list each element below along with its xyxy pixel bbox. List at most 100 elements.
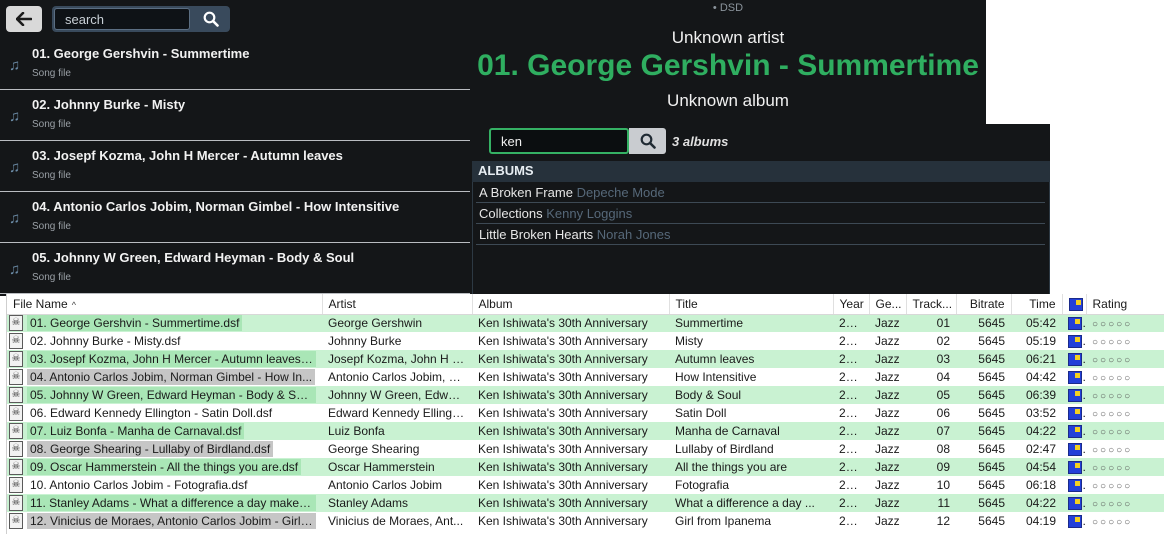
table-row[interactable]: ☠ 09. Oscar Hammerstein - All the things …: [7, 458, 1164, 476]
skull-file-icon: ☠: [9, 441, 23, 457]
cell-art: [1062, 440, 1086, 458]
cell-year: 2009: [833, 476, 869, 494]
search-input[interactable]: [54, 8, 190, 30]
cell-art: [1062, 332, 1086, 350]
table-row[interactable]: ☠ 03. Josepf Kozma, John H Mercer - Autum…: [7, 350, 1164, 368]
album-art-icon: [1068, 479, 1082, 493]
column-header-bitrate[interactable]: Bitrate: [956, 294, 1012, 315]
cell-rating[interactable]: ○○○○○: [1086, 404, 1164, 422]
cell-art: [1062, 494, 1086, 512]
cell-album: Ken Ishiwata's 30th Anniversary: [472, 314, 669, 332]
magnifier-icon: [640, 133, 656, 149]
rating-dots[interactable]: ○○○○○: [1092, 409, 1132, 420]
song-list-item[interactable]: ♫ 02. Johnny Burke - Misty Song file: [0, 90, 470, 141]
cell-file-name: ☠ 07. Luiz Bonfa - Manha de Carnaval.dsf: [7, 422, 322, 440]
file-name-text: 10. Antonio Carlos Jobim - Fotografia.ds…: [30, 478, 248, 492]
cell-genre: Jazz: [869, 440, 906, 458]
song-title: 03. Josepf Kozma, John H Mercer - Autumn…: [32, 148, 343, 163]
album-result-item[interactable]: Little Broken Hearts Norah Jones: [476, 224, 1045, 245]
song-title: 05. Johnny W Green, Edward Heyman - Body…: [32, 250, 355, 265]
rating-dots[interactable]: ○○○○○: [1092, 481, 1132, 492]
cell-rating[interactable]: ○○○○○: [1086, 440, 1164, 458]
column-header-art[interactable]: [1062, 294, 1087, 315]
column-header-file-name[interactable]: File Name ^: [7, 294, 323, 315]
cell-bitrate: 5645: [956, 458, 1011, 476]
cell-rating[interactable]: ○○○○○: [1086, 314, 1164, 332]
song-list-item[interactable]: ♫ 03. Josepf Kozma, John H Mercer - Autum…: [0, 141, 470, 192]
album-result-item[interactable]: Collections Kenny Loggins: [476, 203, 1045, 224]
cell-bitrate: 5645: [956, 440, 1011, 458]
column-header-album[interactable]: Album: [472, 294, 670, 315]
rating-dots[interactable]: ○○○○○: [1092, 517, 1132, 528]
now-playing-panel: • DSD Unknown artist 01. George Gershvin…: [470, 0, 986, 124]
song-list-item[interactable]: ♫ 01. George Gershvin - Summertime Song fi…: [0, 39, 470, 90]
cell-album: Ken Ishiwata's 30th Anniversary: [472, 368, 669, 386]
album-search-button[interactable]: [629, 128, 666, 154]
search-button[interactable]: [192, 8, 230, 30]
column-header-artist[interactable]: Artist: [322, 294, 473, 315]
song-title: 02. Johnny Burke - Misty: [32, 97, 186, 112]
album-search-input[interactable]: [489, 128, 629, 154]
file-name-text: 11. Stanley Adams - What a difference a …: [27, 495, 316, 511]
cell-rating[interactable]: ○○○○○: [1086, 422, 1164, 440]
song-list-item[interactable]: ♫ 05. Johnny W Green, Edward Heyman - Bod…: [0, 243, 470, 294]
table-row[interactable]: ☠ 08. George Shearing - Lullaby of Birdla…: [7, 440, 1164, 458]
cell-track: 02: [906, 332, 956, 350]
rating-dots[interactable]: ○○○○○: [1092, 373, 1132, 384]
cell-bitrate: 5645: [956, 512, 1011, 530]
table-row[interactable]: ☠ 10. Antonio Carlos Jobim - Fotografia.d…: [7, 476, 1164, 494]
column-header-year[interactable]: Year: [833, 294, 870, 315]
cell-file-name: ☠ 11. Stanley Adams - What a difference a…: [7, 494, 322, 512]
cell-file-name: ☠ 08. George Shearing - Lullaby of Birdla…: [7, 440, 322, 458]
cell-rating[interactable]: ○○○○○: [1086, 350, 1164, 368]
cell-title: Satin Doll: [669, 404, 833, 422]
table-row[interactable]: ☠ 12. Vinicius de Moraes, Antonio Carlos …: [7, 512, 1164, 530]
rating-dots[interactable]: ○○○○○: [1092, 427, 1132, 438]
cell-rating[interactable]: ○○○○○: [1086, 458, 1164, 476]
table-row[interactable]: ☠ 07. Luiz Bonfa - Manha de Carnaval.dsf L…: [7, 422, 1164, 440]
cell-year: 2009: [833, 332, 869, 350]
cell-rating[interactable]: ○○○○○: [1086, 512, 1164, 530]
table-row[interactable]: ☠ 02. Johnny Burke - Misty.dsf Johnny Burk…: [7, 332, 1164, 350]
song-subtitle: Song file: [32, 170, 71, 181]
table-row[interactable]: ☠ 11. Stanley Adams - What a difference a…: [7, 494, 1164, 512]
rating-dots[interactable]: ○○○○○: [1092, 391, 1132, 402]
file-name-text: 08. George Shearing - Lullaby of Birdlan…: [27, 441, 274, 457]
rating-dots[interactable]: ○○○○○: [1092, 499, 1132, 510]
rating-dots[interactable]: ○○○○○: [1092, 355, 1132, 366]
column-header-rating[interactable]: Rating: [1086, 294, 1164, 315]
cell-artist: Antonio Carlos Jobim: [322, 476, 472, 494]
cell-artist: Oscar Hammerstein: [322, 458, 472, 476]
skull-file-icon: ☠: [9, 333, 23, 349]
cell-rating[interactable]: ○○○○○: [1086, 332, 1164, 350]
column-header-time[interactable]: Time: [1011, 294, 1063, 315]
table-row[interactable]: ☠ 06. Edward Kennedy Ellington - Satin Do…: [7, 404, 1164, 422]
cell-rating[interactable]: ○○○○○: [1086, 476, 1164, 494]
now-playing-title: 01. George Gershvin - Summertime: [477, 49, 979, 82]
song-list-item[interactable]: ♫ 04. Antonio Carlos Jobim, Norman Gimbel…: [0, 192, 470, 243]
rating-dots[interactable]: ○○○○○: [1092, 319, 1132, 330]
cell-rating[interactable]: ○○○○○: [1086, 386, 1164, 404]
skull-file-icon: ☠: [9, 423, 23, 439]
column-header-title[interactable]: Title: [669, 294, 834, 315]
back-button[interactable]: [6, 6, 42, 32]
app-screen: ♫ 01. George Gershvin - Summertime Song fi…: [0, 0, 1164, 534]
cell-artist: George Shearing: [322, 440, 472, 458]
cell-bitrate: 5645: [956, 404, 1011, 422]
column-header-genre[interactable]: Ge...: [869, 294, 907, 315]
album-art-icon: [1068, 443, 1082, 457]
rating-dots[interactable]: ○○○○○: [1092, 337, 1132, 348]
cell-rating[interactable]: ○○○○○: [1086, 368, 1164, 386]
cell-bitrate: 5645: [956, 386, 1011, 404]
album-result-item[interactable]: A Broken Frame Depeche Mode: [476, 182, 1045, 203]
rating-dots[interactable]: ○○○○○: [1092, 445, 1132, 456]
cell-rating[interactable]: ○○○○○: [1086, 494, 1164, 512]
table-row[interactable]: ☠ 04. Antonio Carlos Jobim, Norman Gimbel…: [7, 368, 1164, 386]
cell-album: Ken Ishiwata's 30th Anniversary: [472, 404, 669, 422]
album-art-icon: [1068, 425, 1082, 439]
column-header-track[interactable]: Track...: [906, 294, 957, 315]
table-row[interactable]: ☠ 01. George Gershvin - Summertime.dsf Geo…: [7, 314, 1164, 332]
cell-year: 2009: [833, 350, 869, 368]
rating-dots[interactable]: ○○○○○: [1092, 463, 1132, 474]
table-row[interactable]: ☠ 05. Johnny W Green, Edward Heyman - Bod…: [7, 386, 1164, 404]
